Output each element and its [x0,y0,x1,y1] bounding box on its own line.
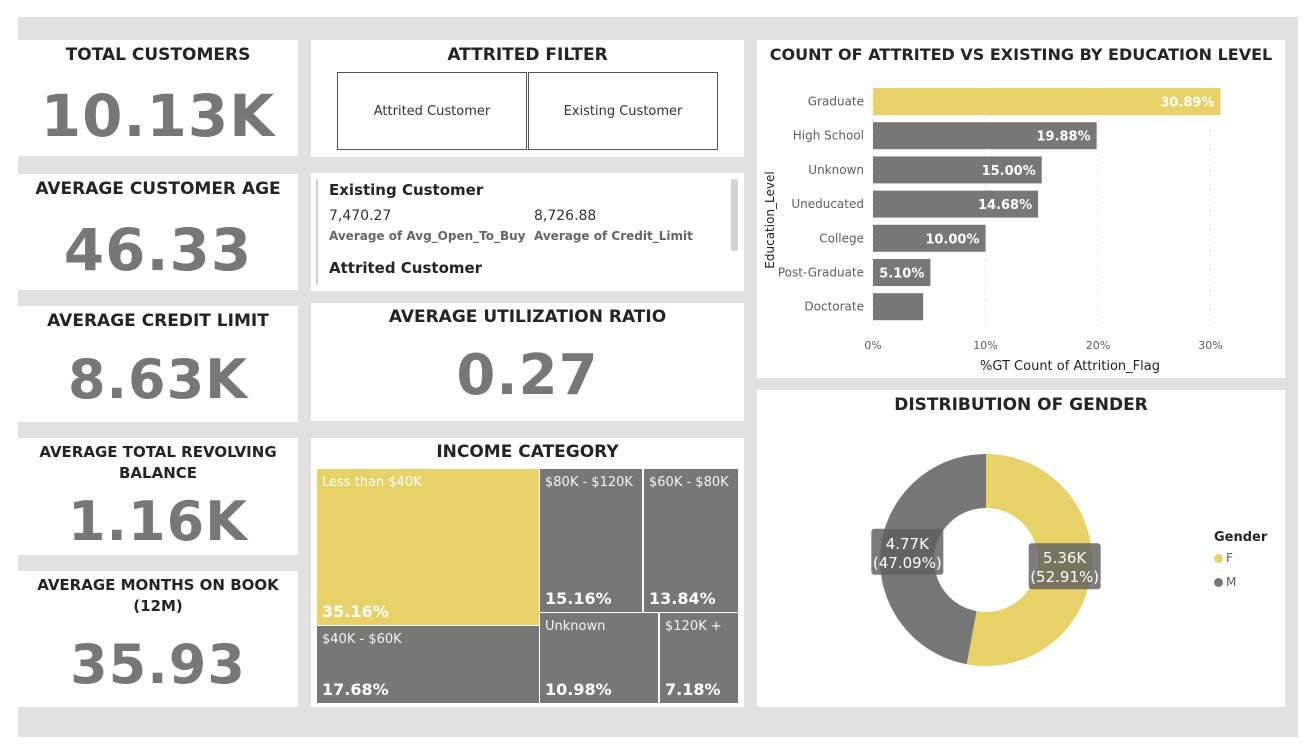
gender-data-label-percent: (47.09%) [873,554,942,572]
gender-chart-card: DISTRIBUTION OF GENDER 5.36K (52.91%) 4.77… [757,390,1285,707]
gender-legend-title: Gender [1214,530,1268,545]
treemap-tile-less-than-40k[interactable]: Less than $40K 35.16% [317,469,539,625]
treemap-tile-120k-plus[interactable]: $120K + 7.18% [660,613,738,703]
tile-value: 17.68% [322,680,389,699]
income-category-title: INCOME CATEGORY [436,442,619,462]
filter-attrited-button[interactable]: Attrited Customer [337,72,527,150]
tile-value: 7.18% [665,680,721,699]
education-data-label: 15.00% [982,164,1036,179]
multirow-scrollbar[interactable] [731,179,738,251]
average-utilization-card: AVERAGE UTILIZATION RATIO 0.27 [311,303,744,421]
avg-credit-limit-value: 8,726.88 [534,208,597,224]
average-revolving-balance-title: AVERAGE TOTAL REVOLVING BALANCE [18,442,298,484]
treemap-tile-60k-80k[interactable]: $60K - $80K 13.84% [644,469,738,612]
average-months-title: AVERAGE MONTHS ON BOOK (12M) [18,575,298,617]
gender-donut-chart: 5.36K(52.91%) 4.77K(47.09%) [871,454,1101,666]
treemap-tile-40k-60k[interactable]: $40K - $60K 17.68% [317,626,539,703]
average-revolving-balance-card: AVERAGE TOTAL REVOLVING BALANCE 1.16K [18,438,298,555]
average-months-title-line1: AVERAGE MONTHS ON BOOK [37,576,279,594]
tile-label: $120K + [665,619,722,634]
avg-credit-limit-label: Average of Credit_Limit [534,229,693,243]
gender-data-label-value: 5.36K [1043,549,1087,567]
education-x-tick-label: 20% [1086,339,1110,352]
avg-open-to-buy-label: Average of Avg_Open_To_Buy [329,229,526,243]
tile-value: 35.16% [322,602,389,621]
tile-label: Unknown [545,619,606,634]
education-category-label: Graduate [808,95,864,109]
legend-label-f: F [1226,551,1233,565]
average-revolving-balance-value: 1.16K [67,490,249,553]
education-bar-chart: 30.89% 19.88% 15.00% 14.68% 10.00% 5.10% Grad… [763,84,1223,374]
legend-dot-m-icon [1214,578,1223,587]
tile-value: 15.16% [545,589,612,608]
education-x-axis-label: %GT Count of Attrition_Flag [980,359,1160,374]
average-revolving-title-line2: BALANCE [118,464,198,482]
education-bar-doctorate[interactable] [873,293,924,321]
education-category-label: Uneducated [791,197,864,211]
education-category-label: Post-Graduate [778,266,864,280]
education-category-label: College [819,231,864,245]
average-utilization-value: 0.27 [456,343,599,408]
total-customers-title: TOTAL CUSTOMERS [65,45,251,65]
attrited-customer-heading: Attrited Customer [329,259,483,277]
education-x-tick-label: 0% [864,339,881,352]
education-data-label: 14.68% [978,198,1032,213]
avg-open-to-buy-value: 7,470.27 [329,208,392,224]
gender-data-label-percent: (52.91%) [1030,568,1099,586]
average-months-card: AVERAGE MONTHS ON BOOK (12M) 35.93 [18,571,298,707]
attrited-filter-card: ATTRITED FILTER Attrited Customer Existi… [311,40,744,157]
multirow-card: Existing Customer 7,470.27 Average of Av… [311,173,744,291]
treemap-tile-80k-120k[interactable]: $80K - $120K 15.16% [540,469,642,612]
education-category-label: High School [793,129,864,143]
average-credit-limit-title: AVERAGE CREDIT LIMIT [47,311,269,331]
education-x-tick-label: 30% [1198,339,1222,352]
tile-label: $60K - $80K [649,475,729,490]
average-utilization-title: AVERAGE UTILIZATION RATIO [388,307,667,327]
tile-label: Less than $40K [322,475,422,490]
average-credit-limit-value: 8.63K [67,348,249,411]
average-age-title: AVERAGE CUSTOMER AGE [35,179,281,199]
average-credit-limit-card: AVERAGE CREDIT LIMIT 8.63K [18,306,298,422]
filter-existing-button[interactable]: Existing Customer [528,72,718,150]
average-age-value: 46.33 [63,216,253,284]
education-x-tick-label: 10% [973,339,997,352]
legend-label-m: M [1226,575,1237,589]
multirow-accent-bar-1 [316,179,318,285]
education-data-label: 19.88% [1036,130,1090,145]
total-customers-card: TOTAL CUSTOMERS 10.13K [18,40,298,156]
education-y-axis-label: Education_Level [763,171,777,268]
average-months-title-line2: (12M) [133,597,183,615]
legend-item-m[interactable]: M [1214,575,1236,589]
income-category-card: INCOME CATEGORY Less than $40K 35.16% $8… [311,438,744,707]
education-data-label: 10.00% [925,232,979,247]
average-months-value: 35.93 [70,633,246,696]
tile-value: 13.84% [649,589,716,608]
education-category-label: Doctorate [804,300,864,314]
gender-data-label-value: 4.77K [886,535,930,553]
education-category-label: Unknown [808,163,864,177]
legend-item-f[interactable]: F [1214,551,1233,565]
tile-label: $80K - $120K [545,475,633,490]
tile-value: 10.98% [545,680,612,699]
education-chart-card: COUNT OF ATTRITED VS EXISTING BY EDUCATI… [757,40,1285,378]
attrited-filter-title: ATTRITED FILTER [447,45,608,65]
tile-label: $40K - $60K [322,632,402,647]
average-revolving-title-line1: AVERAGE TOTAL REVOLVING [39,443,277,461]
legend-dot-f-icon [1214,554,1223,563]
total-customers-value: 10.13K [40,82,276,150]
education-data-label: 5.10% [879,267,924,282]
existing-customer-heading: Existing Customer [329,181,484,199]
education-data-label: 30.89% [1160,96,1214,111]
average-age-card: AVERAGE CUSTOMER AGE 46.33 [18,174,298,290]
treemap-tile-unknown[interactable]: Unknown 10.98% [540,613,658,703]
